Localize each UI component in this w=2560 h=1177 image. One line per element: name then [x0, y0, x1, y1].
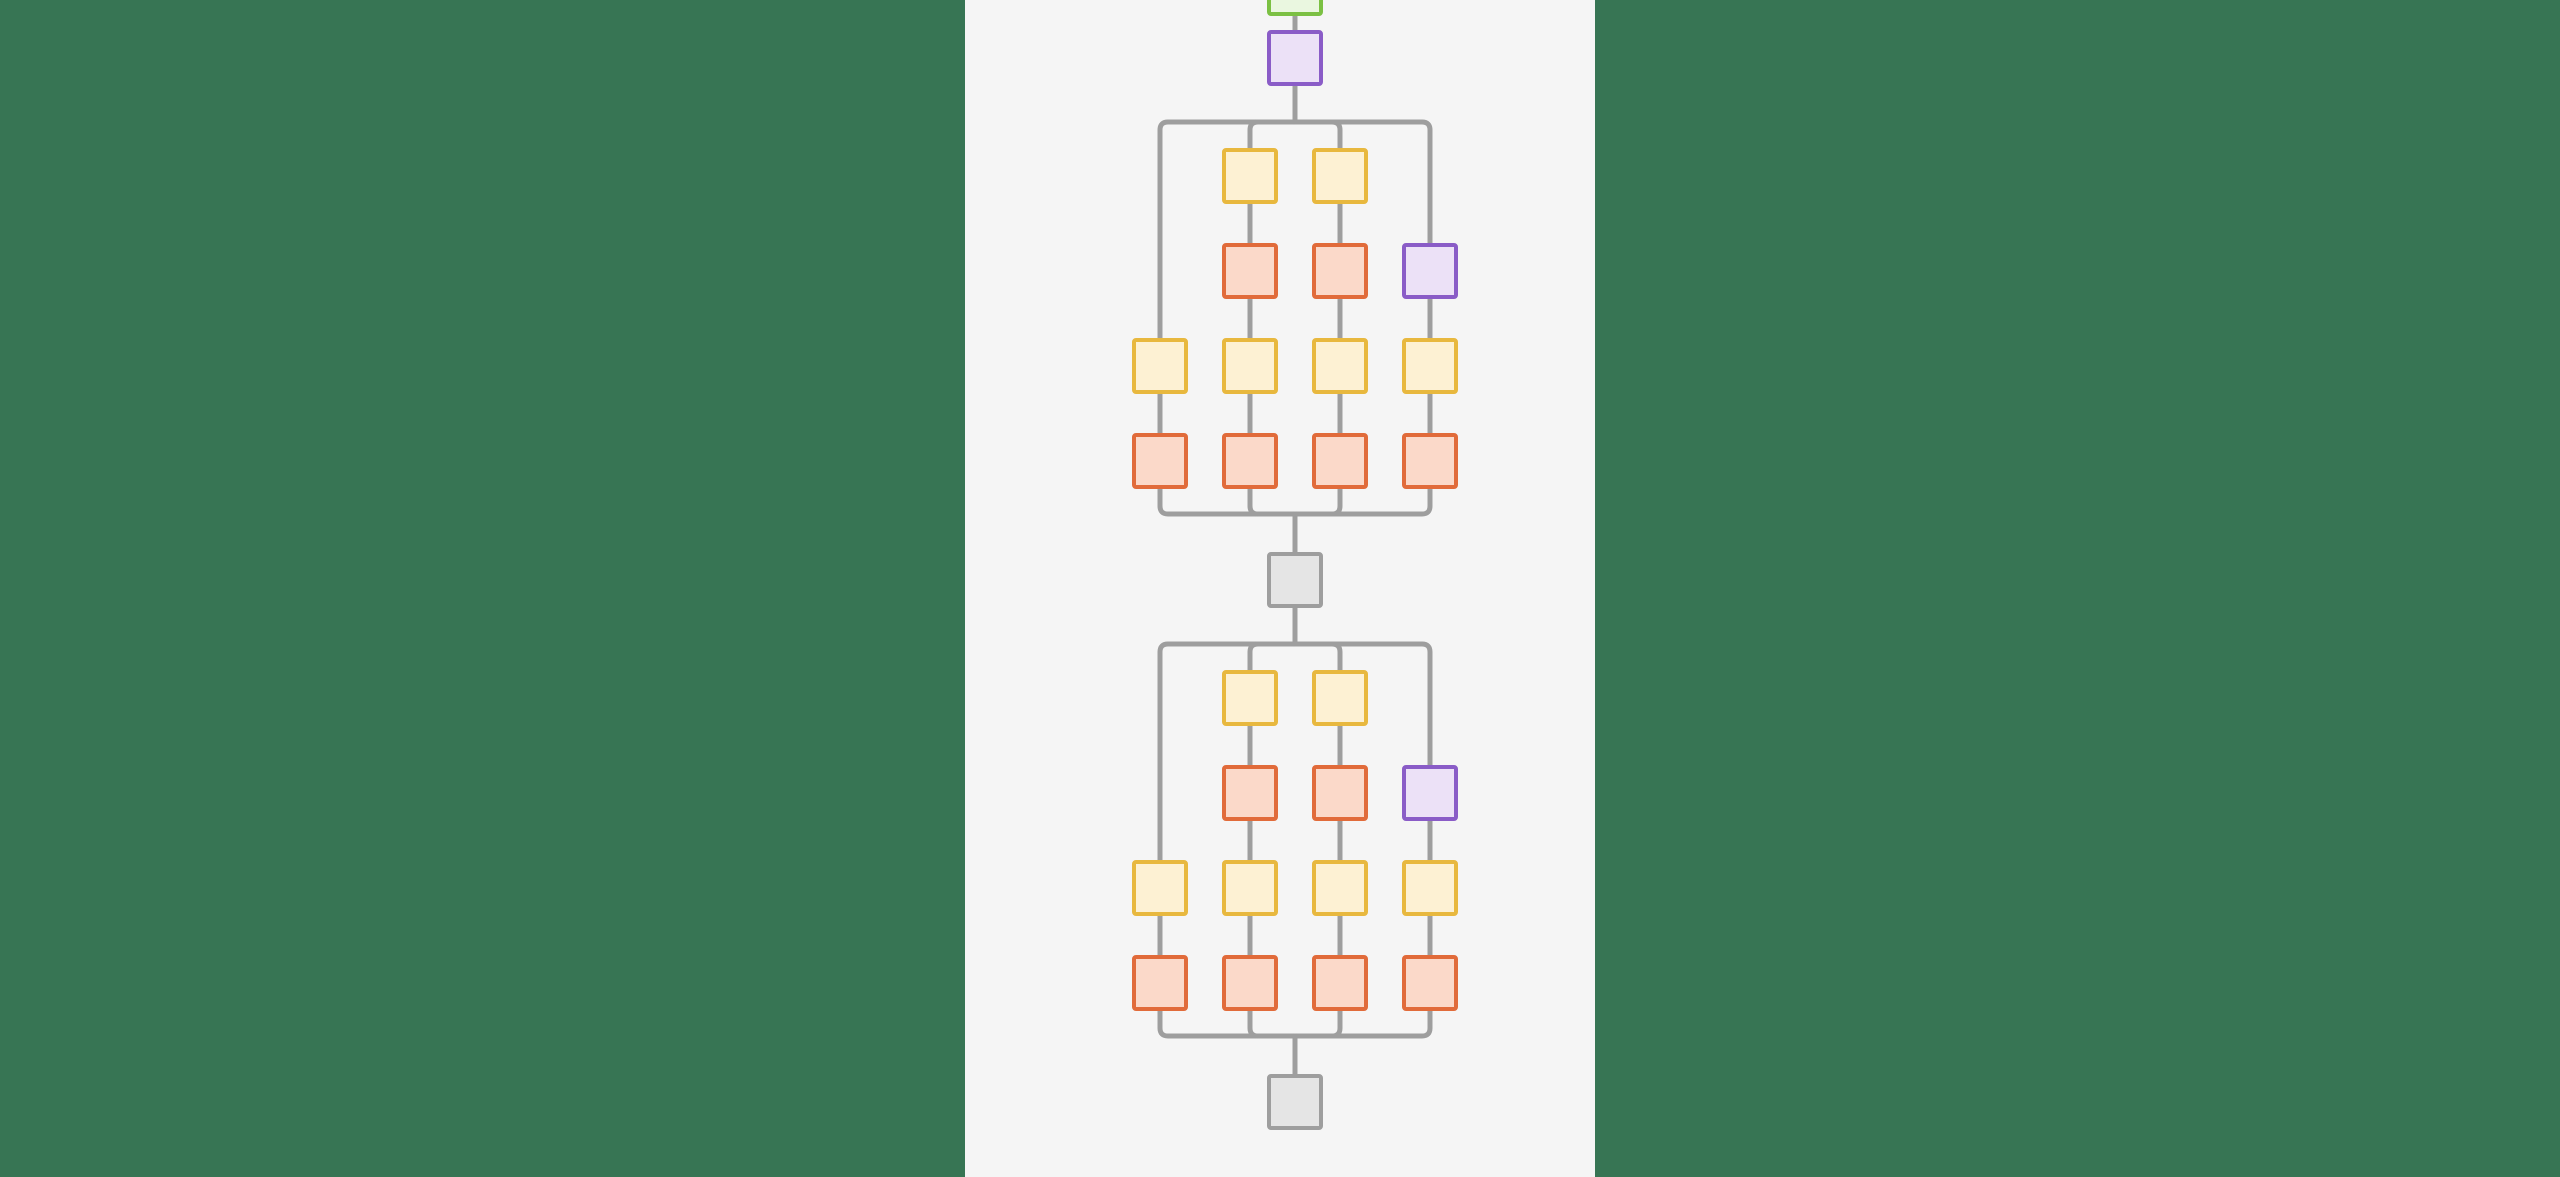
node-n0-purple[interactable]	[1267, 30, 1323, 86]
node-b2-r4-c2[interactable]	[1222, 955, 1278, 1011]
node-b2-r3-c1[interactable]	[1132, 860, 1188, 916]
node-b1-r3-c2[interactable]	[1222, 338, 1278, 394]
node-b1-r1-c3[interactable]	[1312, 148, 1368, 204]
node-b2-r2-c4[interactable]	[1402, 765, 1458, 821]
node-b2-r3-c4[interactable]	[1402, 860, 1458, 916]
node-b2-r1-c3[interactable]	[1312, 670, 1368, 726]
node-b1-r2-c2[interactable]	[1222, 243, 1278, 299]
node-b1-r3-c1[interactable]	[1132, 338, 1188, 394]
node-b2-r4-c1[interactable]	[1132, 955, 1188, 1011]
node-b2-r4-c3[interactable]	[1312, 955, 1368, 1011]
node-b1-r4-c1[interactable]	[1132, 433, 1188, 489]
node-b1-r1-c2[interactable]	[1222, 148, 1278, 204]
node-b2-r4-c4[interactable]	[1402, 955, 1458, 1011]
node-b2-r3-c2[interactable]	[1222, 860, 1278, 916]
node-b2-r2-c2[interactable]	[1222, 765, 1278, 821]
node-b2-r3-c3[interactable]	[1312, 860, 1368, 916]
node-bot-gray[interactable]	[1267, 1074, 1323, 1130]
node-b1-r2-c3[interactable]	[1312, 243, 1368, 299]
node-mid-gray[interactable]	[1267, 552, 1323, 608]
node-b1-r3-c3[interactable]	[1312, 338, 1368, 394]
node-top-green[interactable]	[1267, 0, 1323, 16]
node-b1-r2-c4[interactable]	[1402, 243, 1458, 299]
diagram-canvas	[965, 0, 1595, 1177]
node-b1-r4-c2[interactable]	[1222, 433, 1278, 489]
node-b2-r1-c2[interactable]	[1222, 670, 1278, 726]
node-b1-r4-c4[interactable]	[1402, 433, 1458, 489]
node-b2-r2-c3[interactable]	[1312, 765, 1368, 821]
node-b1-r3-c4[interactable]	[1402, 338, 1458, 394]
node-b1-r4-c3[interactable]	[1312, 433, 1368, 489]
